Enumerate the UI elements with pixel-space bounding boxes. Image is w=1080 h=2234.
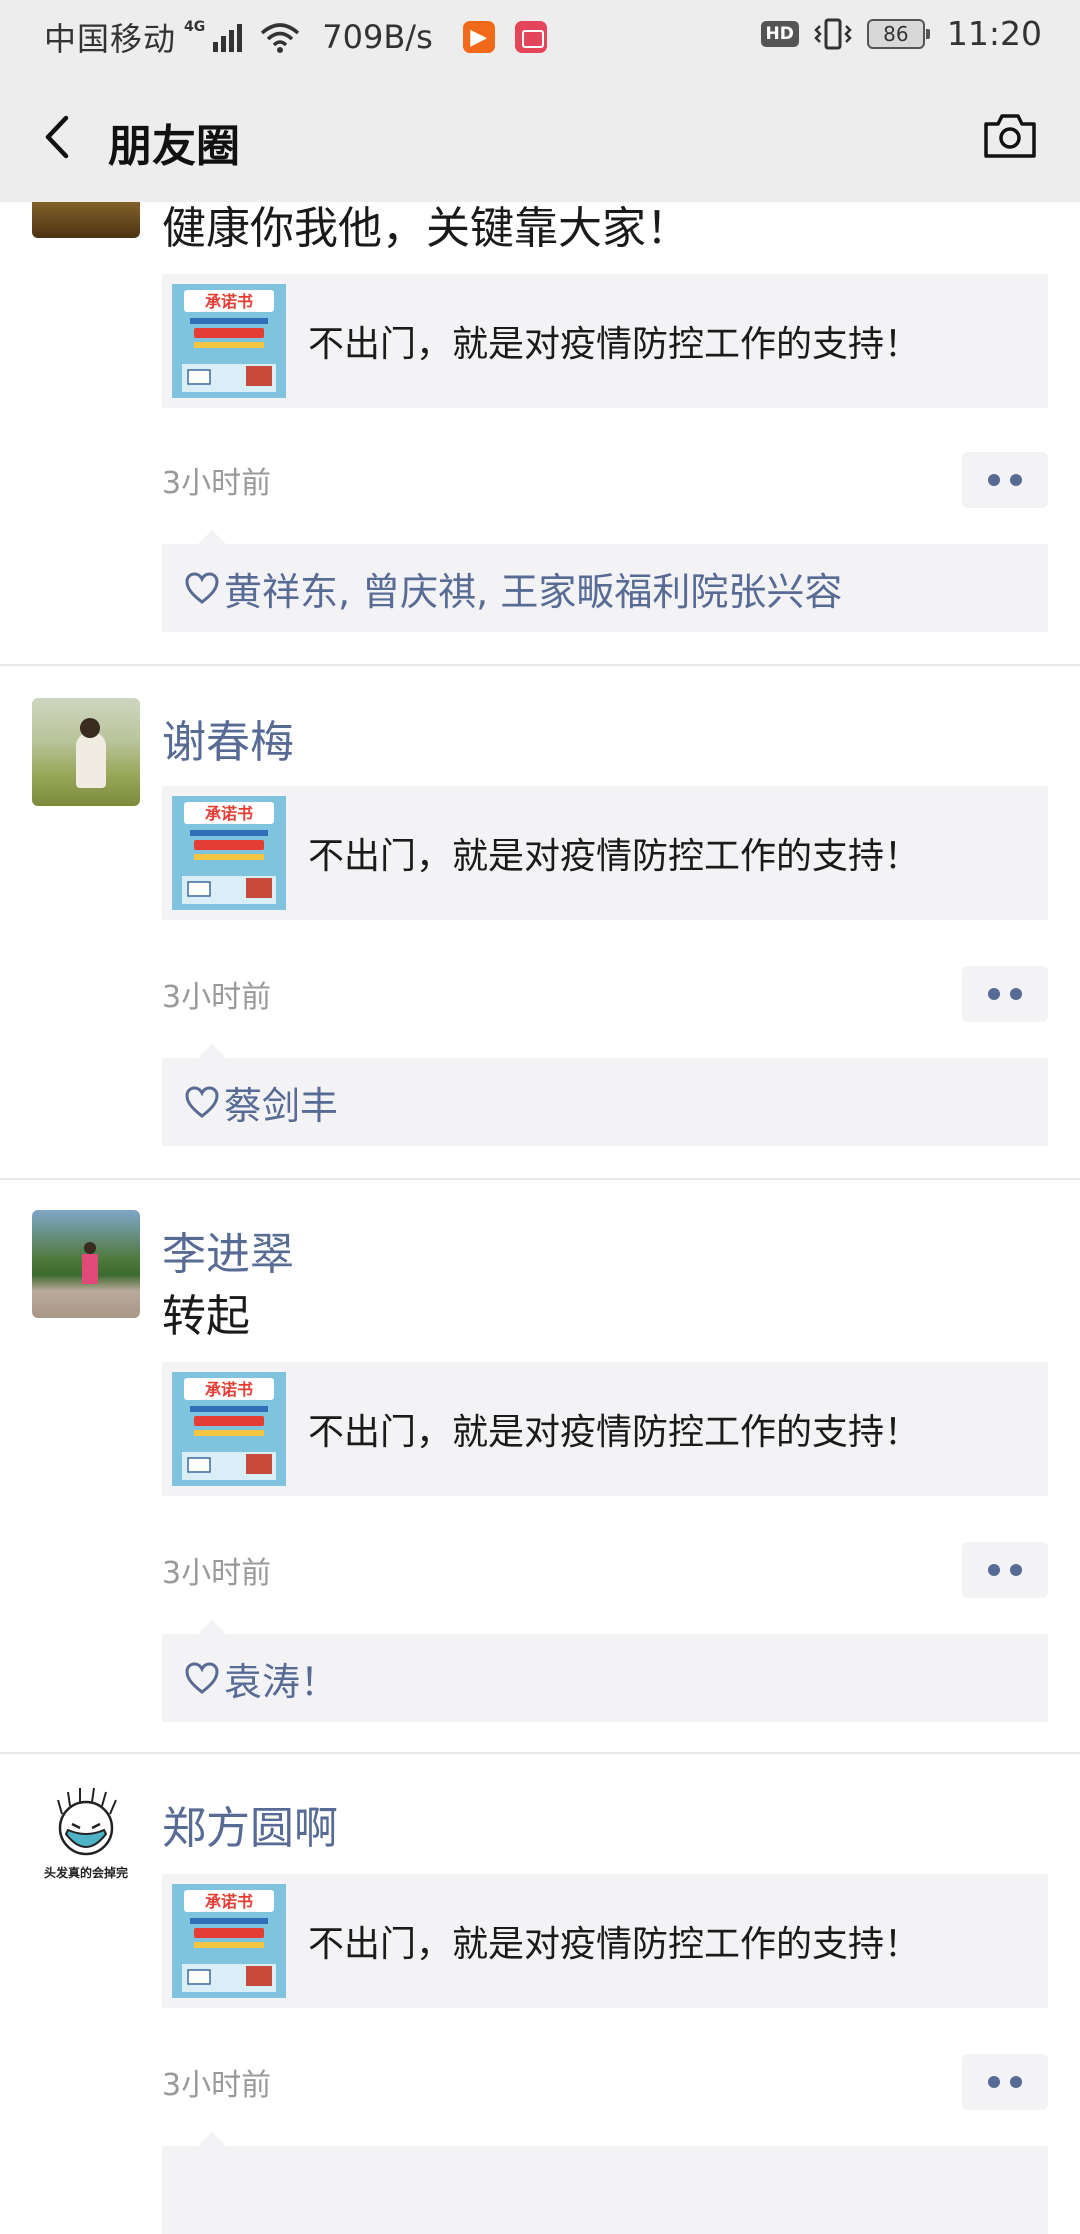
- shared-link-title: 不出门，就是对疫情防控工作的支持！: [308, 1924, 921, 1965]
- post-text: 转起: [162, 1291, 250, 1342]
- avatar-caption: 头发真的会掉完: [43, 1866, 128, 1880]
- post: 健康你我他，关键靠大家！ 承诺书 不出门，就是对疫情防控工作的支持！ 3小时前 …: [0, 130, 1080, 664]
- calendar-app-icon: [514, 21, 547, 53]
- more-actions-button[interactable]: [962, 2054, 1048, 2110]
- battery-icon: 86: [866, 18, 930, 49]
- camera-icon[interactable]: [982, 110, 1038, 160]
- wifi-icon: [261, 23, 300, 53]
- heart-icon: [185, 572, 219, 604]
- clock: 11:20: [946, 14, 1042, 53]
- promise-poster-thumbnail: 承诺书: [172, 796, 286, 910]
- poster-title: 承诺书: [205, 292, 253, 311]
- likes-names: 蔡剑丰: [224, 1083, 339, 1128]
- post: 谢春梅 承诺书 不出门，就是对疫情防控工作的支持！ 3小时前 蔡剑丰: [0, 666, 1080, 1178]
- shared-link-title: 不出门，就是对疫情防控工作的支持！: [308, 1412, 921, 1453]
- masked-face-icon: [57, 1787, 117, 1856]
- shared-link-card[interactable]: 承诺书 不出门，就是对疫情防控工作的支持！: [162, 1362, 1048, 1496]
- shared-link-title: 不出门，就是对疫情防控工作的支持！: [308, 324, 921, 365]
- network-speed: 709B/s: [322, 18, 433, 56]
- top-bar: 中国移动 4G 709B/s ▶ HD 86 11:20 朋友圈: [0, 0, 1080, 202]
- promise-poster-thumbnail: 承诺书: [172, 1884, 286, 1998]
- more-actions-button[interactable]: [962, 966, 1048, 1022]
- status-bar: 中国移动 4G 709B/s ▶ HD 86 11:20: [0, 0, 1080, 72]
- likes-box[interactable]: [162, 2132, 1048, 2234]
- likes-names: 黄祥东, 曾庆祺, 王家畈福利院张兴容: [224, 569, 843, 614]
- post-time: 3小时前: [162, 980, 272, 1015]
- nav-bar: 朋友圈: [0, 72, 1080, 202]
- likes-box[interactable]: 袁涛！: [162, 1620, 1048, 1722]
- signal-icon: [213, 22, 243, 52]
- post-time: 3小时前: [162, 2068, 272, 2103]
- vibrate-icon: [814, 18, 852, 49]
- avatar[interactable]: [32, 698, 140, 806]
- heart-icon: [185, 1086, 219, 1118]
- poster-title: 承诺书: [205, 804, 253, 823]
- page-title: 朋友圈: [108, 121, 240, 172]
- shared-link-card[interactable]: 承诺书 不出门，就是对疫情防控工作的支持！: [162, 786, 1048, 920]
- battery-level: 86: [883, 21, 909, 46]
- poster-title: 承诺书: [205, 1380, 253, 1399]
- likes-names: 袁涛！: [224, 1659, 339, 1704]
- poster-name[interactable]: 谢春梅: [162, 706, 294, 770]
- likes-box[interactable]: 蔡剑丰: [162, 1044, 1048, 1146]
- more-actions-button[interactable]: [962, 1542, 1048, 1598]
- poster-title: 承诺书: [205, 1892, 253, 1911]
- post: 头发真的会掉完 郑方圆啊 承诺书 不出门，就是对疫情防控工作的支持！ 3小时前: [0, 1754, 1080, 2234]
- promise-poster-thumbnail: 承诺书: [172, 1372, 286, 1486]
- poster-name[interactable]: 郑方圆啊: [162, 1792, 338, 1856]
- carrier-label: 中国移动: [44, 20, 177, 58]
- back-arrow-icon[interactable]: [38, 112, 78, 162]
- avatar[interactable]: [32, 1210, 140, 1318]
- likes-box[interactable]: 黄祥东, 曾庆祺, 王家畈福利院张兴容: [162, 530, 1048, 632]
- promise-poster-thumbnail: 承诺书: [172, 284, 286, 398]
- more-actions-button[interactable]: [962, 452, 1048, 508]
- post-time: 3小时前: [162, 1556, 272, 1591]
- post: 李进翠 转起 承诺书 不出门，就是对疫情防控工作的支持！ 3小时前 袁涛！: [0, 1180, 1080, 1754]
- post-time: 3小时前: [162, 466, 272, 501]
- avatar[interactable]: 头发真的会掉完: [32, 1784, 140, 1892]
- network-type: 4G: [184, 19, 206, 35]
- poster-name[interactable]: 李进翠: [162, 1218, 294, 1282]
- hd-badge: HD: [760, 20, 799, 47]
- shared-link-card[interactable]: 承诺书 不出门，就是对疫情防控工作的支持！: [162, 1874, 1048, 2008]
- video-app-icon: ▶: [462, 21, 495, 53]
- heart-icon: [185, 1662, 219, 1694]
- shared-link-card[interactable]: 承诺书 不出门，就是对疫情防控工作的支持！: [162, 274, 1048, 408]
- shared-link-title: 不出门，就是对疫情防控工作的支持！: [308, 836, 921, 877]
